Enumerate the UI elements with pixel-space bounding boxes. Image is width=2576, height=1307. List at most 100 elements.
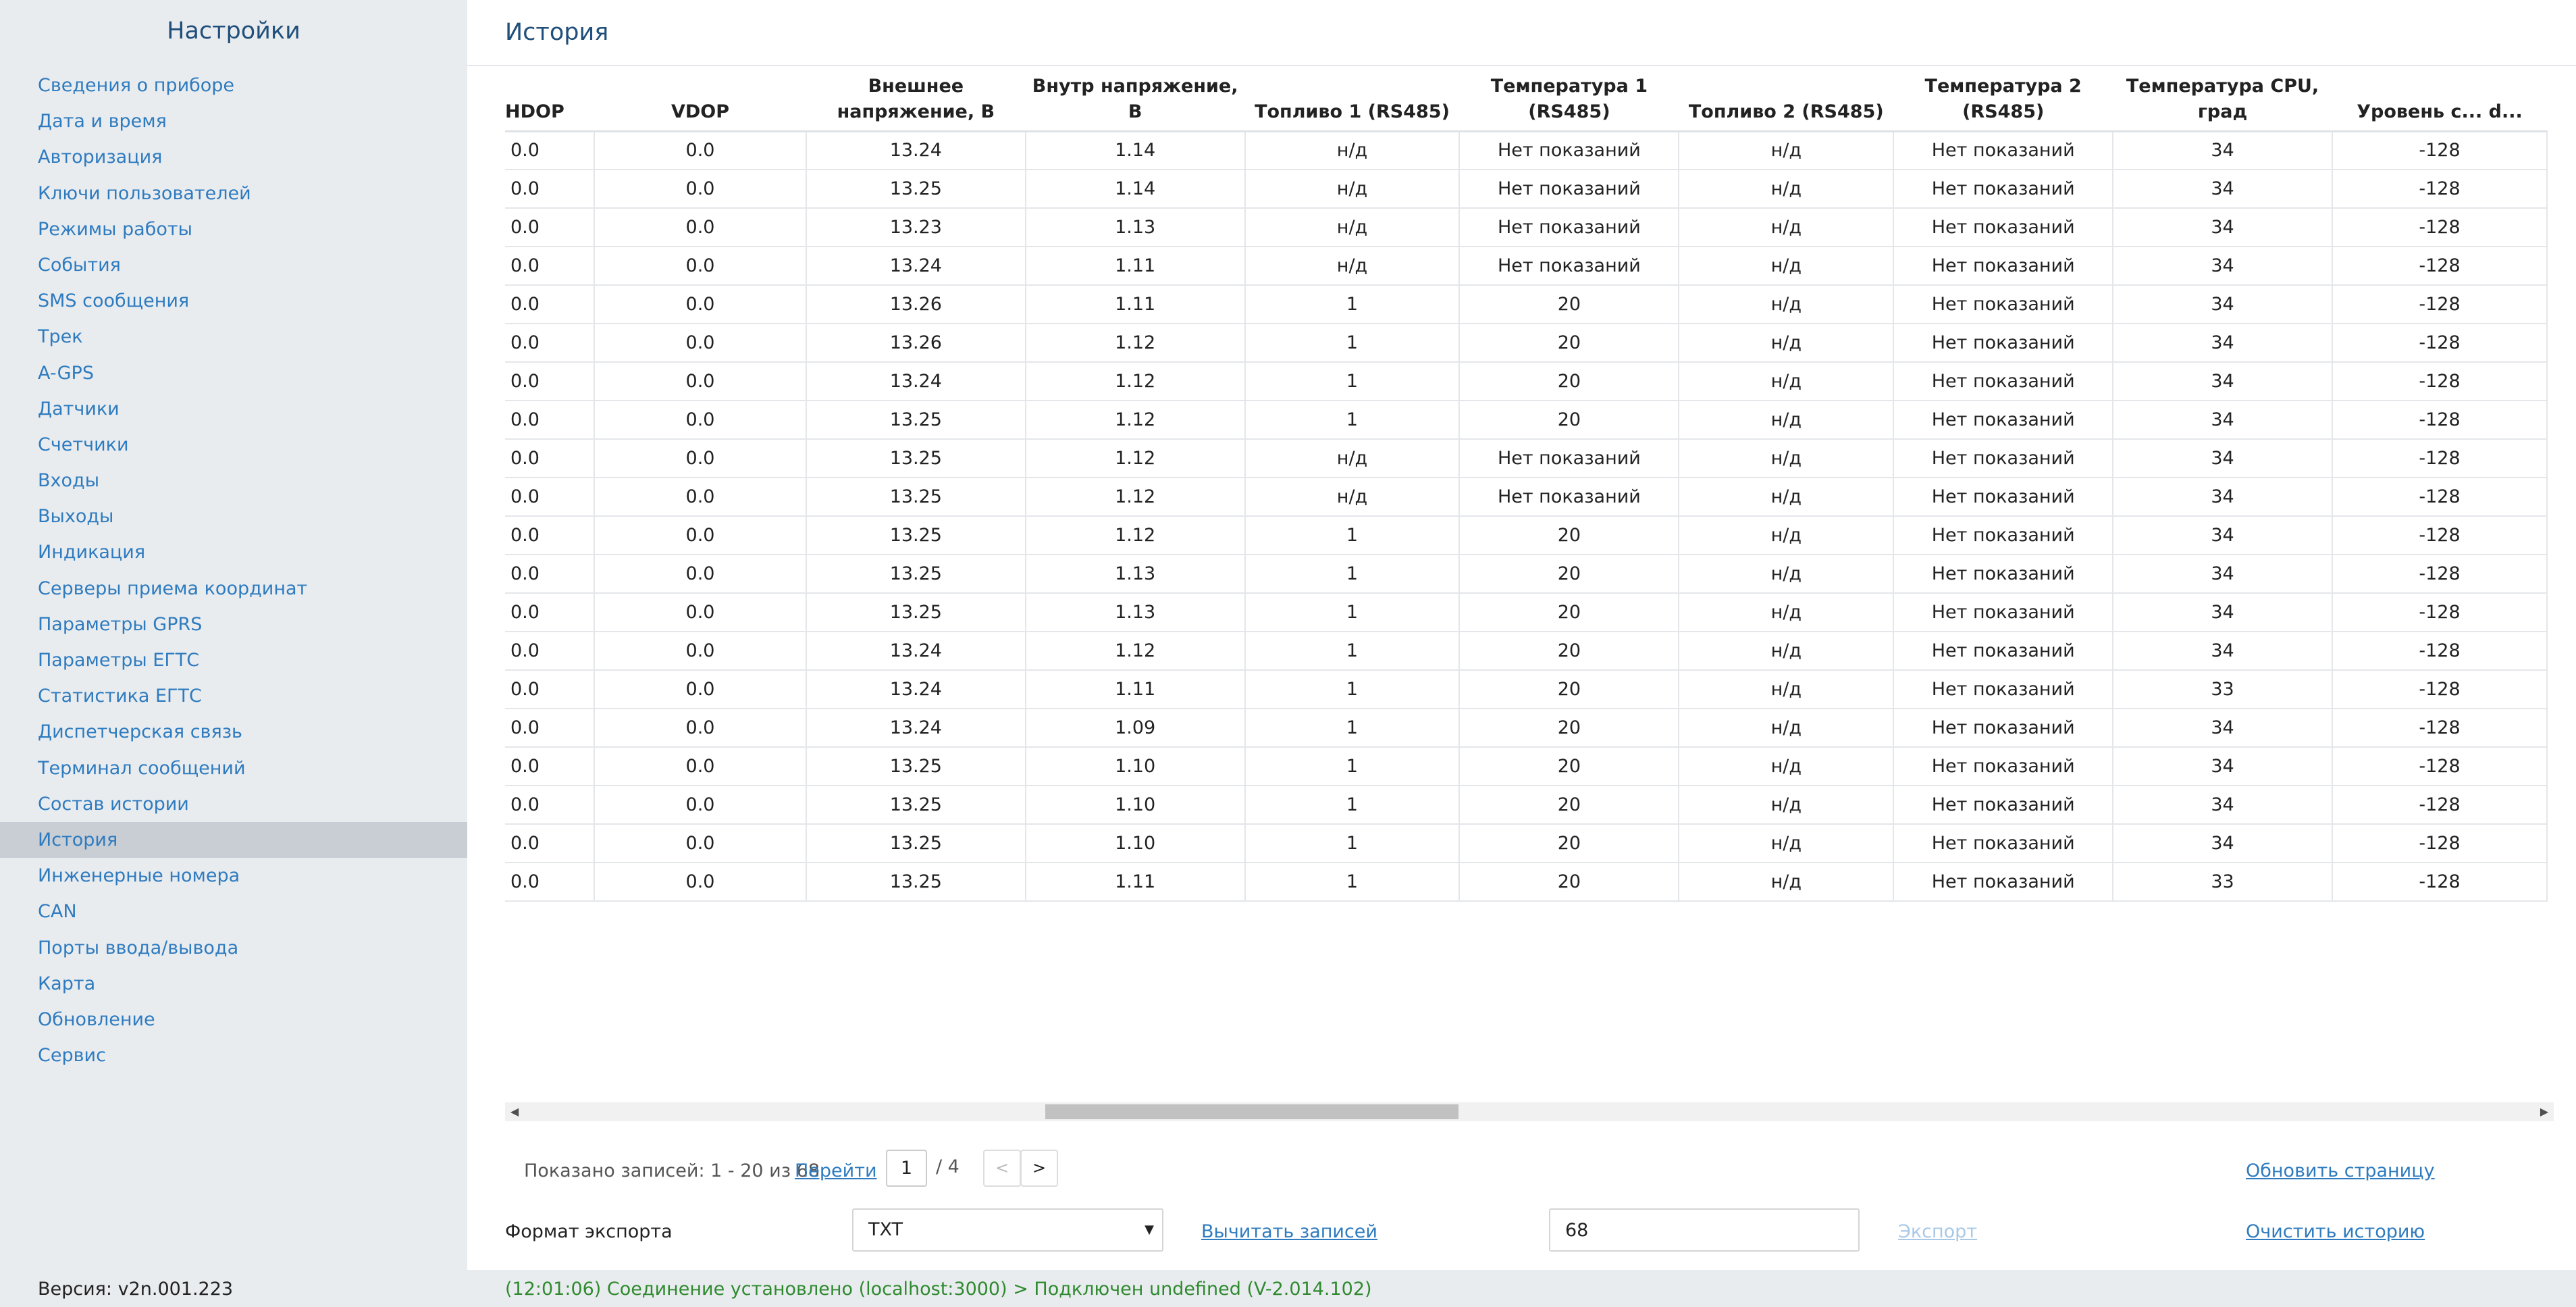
table-cell: 1 — [1244, 285, 1461, 324]
table-row[interactable]: 0.0 0.0 13.26 1.12 1 20 н/д Нет показаний 34 -128 — [505, 324, 2548, 363]
sidebar-item[interactable]: Сведения о приборе — [0, 68, 467, 103]
table-row[interactable]: 0.0 0.0 13.25 1.13 1 20 н/д Нет показаний 34 -128 — [505, 593, 2548, 632]
table-cell: 0.0 — [505, 131, 596, 170]
sidebar-item[interactable]: CAN — [0, 894, 467, 929]
refresh-page-link[interactable]: Обновить страницу — [2246, 1160, 2435, 1181]
page-number-input[interactable]: 1 — [886, 1150, 927, 1187]
table-cell: н/д — [1244, 170, 1461, 209]
sidebar-item[interactable]: Инженерные номера — [0, 858, 467, 894]
table-row[interactable]: 0.0 0.0 13.25 1.12 1 20 н/д Нет показаний 34 -128 — [505, 516, 2548, 555]
scroll-right-arrow-icon[interactable]: ▶ — [2535, 1102, 2554, 1121]
sidebar-item[interactable]: Авторизация — [0, 139, 467, 175]
sidebar-item[interactable]: История — [0, 821, 467, 858]
table-cell: -128 — [2332, 362, 2548, 401]
export-button[interactable]: Экспорт — [1898, 1221, 1977, 1242]
table-cell: 0.0 — [505, 863, 596, 902]
table-cell: н/д — [1679, 439, 1895, 478]
sidebar-item[interactable]: Статистика ЕГТС — [0, 678, 467, 714]
table-row[interactable]: 0.0 0.0 13.25 1.10 1 20 н/д Нет показаний 34 -128 — [505, 786, 2548, 825]
table-row[interactable]: 0.0 0.0 13.24 1.14 н/д Нет показаний н/д Нет по… — [505, 131, 2548, 170]
history-table-container[interactable]: HDOP VDOP Внешнее напряжение, В Внутр напря… — [505, 66, 2576, 904]
table-row[interactable]: 0.0 0.0 13.24 1.12 1 20 н/д Нет показаний 34 -128 — [505, 362, 2548, 401]
table-row[interactable]: 0.0 0.0 13.26 1.11 1 20 н/д Нет показаний 34 -128 — [505, 285, 2548, 324]
table-cell: Нет показаний — [1893, 786, 2114, 825]
table-cell: 20 — [1459, 324, 1680, 363]
table-cell: 34 — [2113, 593, 2333, 632]
records-count-input[interactable] — [1549, 1208, 1860, 1252]
table-cell: -128 — [2332, 401, 2548, 440]
table-row[interactable]: 0.0 0.0 13.25 1.12 н/д Нет показаний н/д Нет по… — [505, 439, 2548, 478]
table-cell: 0.0 — [594, 593, 807, 632]
table-cell: 34 — [2113, 285, 2333, 324]
table-cell: 20 — [1459, 863, 1680, 902]
sidebar-item[interactable]: Ключи пользователей — [0, 176, 467, 211]
table-row[interactable]: 0.0 0.0 13.25 1.14 н/д Нет показаний н/д Нет по… — [505, 170, 2548, 209]
sidebar-item[interactable]: Обновление — [0, 1002, 467, 1037]
table-cell: -128 — [2332, 593, 2548, 632]
sidebar-item[interactable]: Дата и время — [0, 103, 467, 139]
table-cell: н/д — [1679, 593, 1895, 632]
sidebar-item[interactable]: A-GPS — [0, 355, 467, 391]
table-cell: Нет показаний — [1893, 131, 2114, 170]
table-cell: Нет показаний — [1893, 516, 2114, 555]
table-row[interactable]: 0.0 0.0 13.25 1.11 1 20 н/д Нет показаний 33 -128 — [505, 863, 2548, 902]
clear-history-link[interactable]: Очистить историю — [2246, 1221, 2425, 1242]
prev-page-button[interactable]: < — [983, 1150, 1021, 1187]
table-cell: 0.0 — [505, 824, 596, 863]
sidebar-item[interactable]: Терминал сообщений — [0, 750, 467, 786]
table-row[interactable]: 0.0 0.0 13.25 1.12 н/д Нет показаний н/д Нет по… — [505, 478, 2548, 517]
table-cell: 1.09 — [1025, 709, 1246, 748]
read-records-link[interactable]: Вычитать записей — [1201, 1221, 1377, 1242]
table-row[interactable]: 0.0 0.0 13.25 1.12 1 20 н/д Нет показаний 34 -128 — [505, 401, 2548, 440]
scroll-left-arrow-icon[interactable]: ◀ — [505, 1102, 524, 1121]
table-cell: Нет показаний — [1893, 670, 2114, 709]
sidebar-item[interactable]: Входы — [0, 463, 467, 498]
goto-link[interactable]: Перейти — [795, 1160, 877, 1181]
table-cell: 1.12 — [1025, 632, 1246, 671]
sidebar-item[interactable]: Сервис — [0, 1037, 467, 1073]
table-row[interactable]: 0.0 0.0 13.24 1.11 1 20 н/д Нет показаний 33 -128 — [505, 670, 2548, 709]
table-cell: 20 — [1459, 824, 1680, 863]
sidebar-item[interactable]: Выходы — [0, 498, 467, 534]
table-cell: Нет показаний — [1459, 131, 1680, 170]
table-cell: 33 — [2113, 670, 2333, 709]
table-cell: 20 — [1459, 362, 1680, 401]
table-cell: н/д — [1679, 131, 1895, 170]
table-row[interactable]: 0.0 0.0 13.24 1.12 1 20 н/д Нет показаний 34 -128 — [505, 632, 2548, 671]
table-cell: 34 — [2113, 478, 2333, 517]
table-cell: Нет показаний — [1893, 170, 2114, 209]
sidebar-item[interactable]: Трек — [0, 319, 467, 355]
sidebar-item[interactable]: Параметры ЕГТС — [0, 642, 467, 678]
sidebar-item[interactable]: Диспетчерская связь — [0, 714, 467, 750]
table-cell: 20 — [1459, 747, 1680, 786]
scrollbar-thumb[interactable] — [1045, 1104, 1458, 1119]
sidebar-item[interactable]: Порты ввода/вывода — [0, 930, 467, 966]
sidebar-item[interactable]: События — [0, 247, 467, 283]
table-row[interactable]: 0.0 0.0 13.23 1.13 н/д Нет показаний н/д Нет по… — [505, 208, 2548, 247]
table-cell: 0.0 — [505, 555, 596, 594]
table-row[interactable]: 0.0 0.0 13.25 1.10 1 20 н/д Нет показаний 34 -128 — [505, 747, 2548, 786]
table-cell: Нет показаний — [1893, 747, 2114, 786]
sidebar-item[interactable]: Датчики — [0, 391, 467, 427]
table-cell: н/д — [1244, 208, 1461, 247]
sidebar-item[interactable]: Режимы работы — [0, 211, 467, 247]
table-cell: 0.0 — [594, 516, 807, 555]
sidebar-item[interactable]: Состав истории — [0, 786, 467, 822]
next-page-button[interactable]: > — [1020, 1150, 1058, 1187]
table-cell: 1.12 — [1025, 401, 1246, 440]
sidebar-item[interactable]: Счетчики — [0, 427, 467, 463]
table-cell: 13.24 — [806, 709, 1026, 748]
horizontal-scrollbar[interactable]: ◀ ▶ — [505, 1102, 2554, 1121]
export-format-select[interactable]: TXT ▼ — [852, 1208, 1163, 1252]
sidebar-item[interactable]: Серверы приема координат — [0, 571, 467, 607]
table-cell: н/д — [1679, 555, 1895, 594]
table-row[interactable]: 0.0 0.0 13.24 1.09 1 20 н/д Нет показаний 34 -128 — [505, 709, 2548, 748]
sidebar-item[interactable]: SMS сообщения — [0, 283, 467, 319]
table-row[interactable]: 0.0 0.0 13.25 1.10 1 20 н/д Нет показаний 34 -128 — [505, 824, 2548, 863]
sidebar-item[interactable]: Карта — [0, 966, 467, 1002]
sidebar-item[interactable]: Индикация — [0, 534, 467, 570]
table-row[interactable]: 0.0 0.0 13.24 1.11 н/д Нет показаний н/д Нет по… — [505, 247, 2548, 286]
table-cell: -128 — [2332, 516, 2548, 555]
table-row[interactable]: 0.0 0.0 13.25 1.13 1 20 н/д Нет показаний 34 -128 — [505, 555, 2548, 594]
sidebar-item[interactable]: Параметры GPRS — [0, 607, 467, 642]
